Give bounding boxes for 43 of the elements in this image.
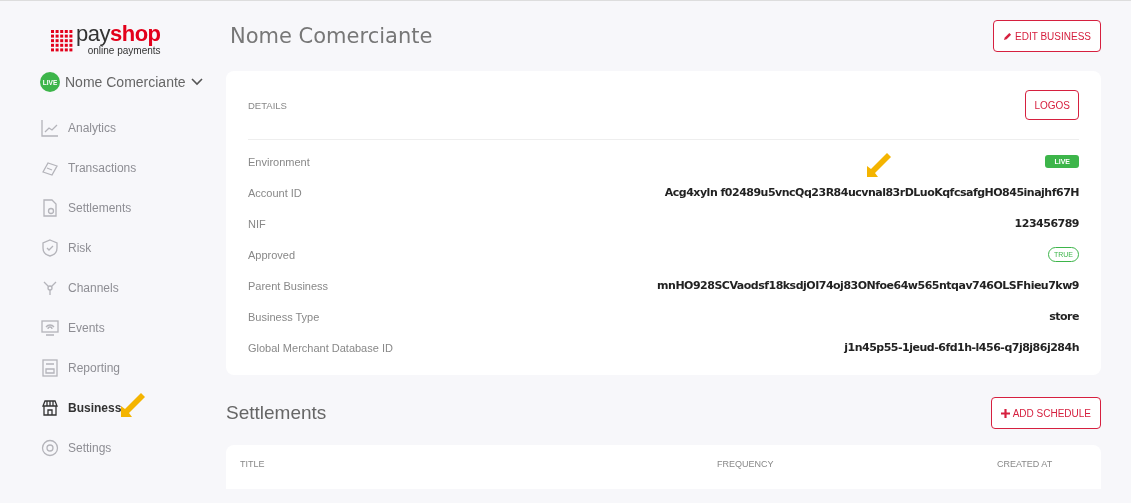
logo-wordmark: payshop <box>76 23 161 45</box>
field-label: Account ID <box>248 186 302 199</box>
chevron-down-icon <box>190 78 203 86</box>
logo-tagline: online payments <box>87 46 161 56</box>
sidebar-item[interactable]: Reporting <box>40 348 216 388</box>
settings-icon <box>40 438 60 458</box>
section-heading: DETAILS <box>248 99 287 111</box>
shield-icon <box>40 238 60 258</box>
section-title: Settlements <box>226 402 327 424</box>
report-icon <box>40 358 60 378</box>
sidebar-item[interactable]: Settings <box>40 428 216 468</box>
sidebar-item[interactable]: Risk <box>40 228 216 268</box>
monitor-icon <box>40 318 60 338</box>
sidebar-item[interactable]: Analytics <box>40 108 216 148</box>
column-header: FREQUENCY <box>717 459 775 469</box>
sidebar-item[interactable]: Settlements <box>40 188 216 228</box>
add-schedule-button[interactable]: ADD SCHEDULE <box>990 397 1101 429</box>
logos-button[interactable]: LOGOS <box>1025 90 1079 120</box>
pencil-icon <box>1003 31 1013 41</box>
line-chart-icon <box>40 118 60 138</box>
field-label: Approved <box>248 248 296 261</box>
sidebar-item[interactable]: Business <box>40 388 216 428</box>
sidebar-item[interactable]: Events <box>40 308 216 348</box>
field-value: j1n45p55-1jeud-6fd1h-l456-q7j8j86j284h <box>844 341 1079 354</box>
field-value: store <box>1049 310 1079 323</box>
field-value: Acg4xyln f02489u5vncQq23R84ucvnal83rDLuoKqfcsafgHO845inajhf67H <box>664 186 1079 199</box>
page-title: Nome Comerciante <box>230 24 433 48</box>
field-value: 123456789 <box>1014 217 1079 230</box>
field-label: Global Merchant Database ID <box>248 341 393 354</box>
field-label: Business Type <box>248 310 320 323</box>
document-icon <box>40 198 60 218</box>
logo-icon <box>50 27 74 52</box>
field-label: NIF <box>248 217 266 230</box>
column-header: CREATED AT <box>997 459 1054 469</box>
field-label: Environment <box>248 155 310 168</box>
edit-business-button[interactable]: EDIT BUSINESS <box>993 20 1101 52</box>
plus-icon <box>1000 408 1010 418</box>
column-header: TITLE <box>240 459 266 469</box>
sidebar-item[interactable]: Channels <box>40 268 216 308</box>
store-icon <box>40 398 60 418</box>
field-label: Parent Business <box>248 279 329 292</box>
sidebar-item[interactable]: Transactions <box>40 148 216 188</box>
field-value: mnHO928SCVaodsf18ksdjOI74oj83ONfoe64w565ntqav746OLSFhieu7kw9 <box>657 279 1079 292</box>
